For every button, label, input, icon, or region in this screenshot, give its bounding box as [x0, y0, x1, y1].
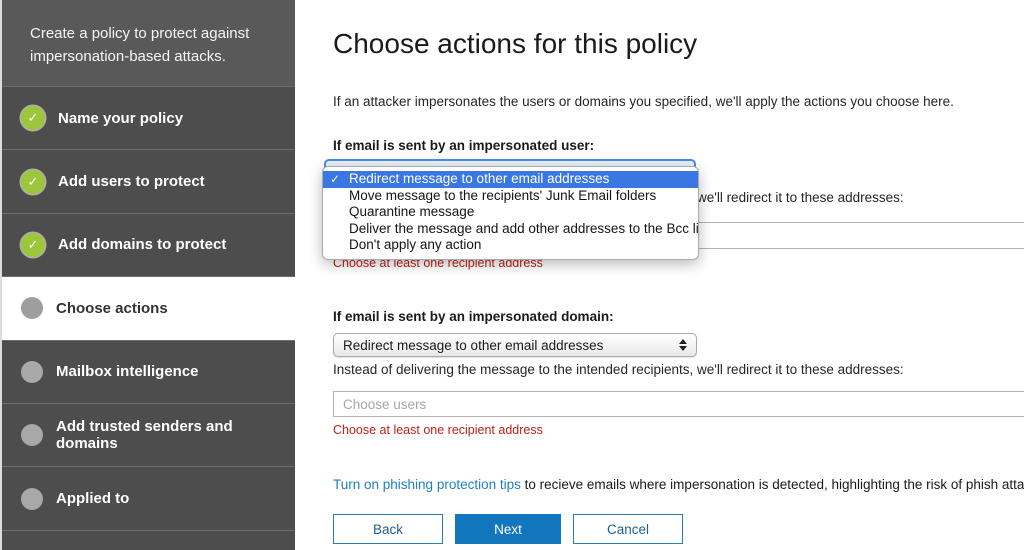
wizard-sidebar: Create a policy to protect against imper…	[0, 0, 295, 550]
step-label: Add trusted senders and domains	[56, 418, 233, 453]
sidebar-step-name-your-policy[interactable]: ✓ Name your policy	[2, 86, 295, 150]
sidebar-intro-text: Create a policy to protect against imper…	[2, 0, 295, 86]
sidebar-step-add-trusted-senders-and-domains[interactable]: Add trusted senders and domains	[2, 402, 295, 467]
sidebar-step-add-users-to-protect[interactable]: ✓ Add users to protect	[2, 149, 295, 213]
sidebar-step-choose-actions[interactable]: Choose actions	[2, 276, 295, 340]
dropdown-option-no-action[interactable]: Don't apply any action	[323, 237, 698, 254]
impersonated-domain-section-label: If email is sent by an impersonated doma…	[333, 309, 614, 324]
wizard-button-row: Back Next Cancel	[333, 514, 683, 544]
domain-redirect-note: Instead of delivering the message to the…	[333, 362, 904, 377]
back-button[interactable]: Back	[333, 514, 443, 544]
page-title: Choose actions for this policy	[333, 28, 698, 59]
sidebar-step-applied-to[interactable]: Applied to	[2, 466, 295, 530]
sidebar-step-add-domains-to-protect[interactable]: ✓ Add domains to protect	[2, 212, 295, 277]
dropdown-option-label: Move message to the recipients' Junk Ema…	[349, 187, 657, 203]
step-complete-check-icon: ✓	[21, 106, 45, 131]
phishing-tips-line: Turn on phishing protection tips to reci…	[333, 477, 1024, 492]
step-pending-circle-icon	[21, 297, 43, 320]
page-intro-text: If an attacker impersonates the users or…	[333, 94, 954, 109]
step-label: Name your policy	[58, 109, 184, 127]
sidebar-step-mailbox-intelligence[interactable]: Mailbox intelligence	[2, 339, 295, 403]
domain-action-selected-value: Redirect message to other email addresse…	[343, 337, 604, 353]
step-label: Add users to protect	[58, 173, 205, 191]
dropdown-option-label: Quarantine message	[349, 204, 475, 219]
domain-redirect-addresses-input[interactable]	[333, 391, 1024, 417]
phishing-tips-link[interactable]: Turn on phishing protection tips	[333, 477, 521, 492]
domain-recipient-error: Choose at least one recipient address	[333, 423, 543, 437]
step-pending-circle-icon	[21, 487, 43, 510]
step-pending-circle-icon	[21, 360, 43, 383]
dropdown-option-label: Deliver the message and add other addres…	[349, 220, 698, 236]
wizard-window: Create a policy to protect against imper…	[0, 0, 1024, 550]
domain-action-select[interactable]: Redirect message to other email addresse…	[333, 333, 697, 357]
dropdown-option-label: Redirect message to other email addresse…	[349, 171, 610, 186]
sidebar-filler	[2, 529, 295, 550]
step-label: Applied to	[56, 490, 130, 508]
selected-check-icon: ✓	[330, 172, 341, 186]
dropdown-option-redirect[interactable]: ✓ Redirect message to other email addres…	[323, 171, 698, 188]
step-complete-check-icon: ✓	[21, 169, 45, 194]
dropdown-option-label: Don't apply any action	[349, 237, 482, 252]
dropdown-option-bcc[interactable]: Deliver the message and add other addres…	[323, 221, 698, 238]
step-label: Mailbox intelligence	[56, 363, 199, 381]
select-stepper-icon	[674, 339, 696, 351]
step-complete-check-icon: ✓	[21, 232, 45, 257]
cancel-button[interactable]: Cancel	[573, 514, 683, 544]
phishing-tips-text: to recieve emails where impersonation is…	[520, 477, 1024, 492]
dropdown-option-junk-folder[interactable]: Move message to the recipients' Junk Ema…	[323, 188, 698, 205]
step-label: Choose actions	[56, 299, 168, 317]
dropdown-option-quarantine[interactable]: Quarantine message	[323, 204, 698, 221]
user-action-dropdown-menu: ✓ Redirect message to other email addres…	[322, 166, 699, 260]
step-pending-circle-icon	[21, 424, 43, 447]
step-label: Add domains to protect	[58, 236, 227, 254]
impersonated-user-section-label: If email is sent by an impersonated user…	[333, 138, 595, 153]
next-button[interactable]: Next	[455, 514, 561, 544]
